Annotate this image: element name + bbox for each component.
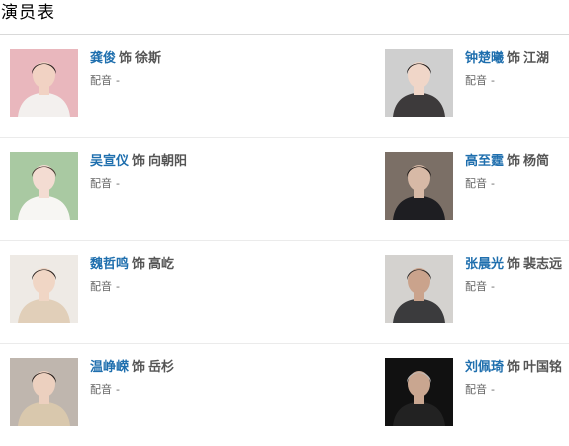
actor-photo[interactable]: [10, 152, 78, 220]
actor-photo[interactable]: [385, 152, 453, 220]
portrait-image: [385, 358, 453, 426]
cast-row: 魏哲鸣饰高屹 配音 - 张晨光饰裴志远 配音 -: [0, 241, 569, 344]
dub-value: -: [116, 74, 120, 87]
cast-item: 高至霆饰杨简 配音 -: [385, 152, 569, 220]
dub-value: -: [116, 383, 120, 396]
cast-row: 温峥嵘饰岳杉 配音 - 刘佩琦饰叶国铭 配音 -: [0, 344, 569, 446]
role-name: 向朝阳: [148, 154, 188, 169]
portrait-image: [10, 358, 78, 426]
actor-name-link[interactable]: 魏哲鸣: [90, 257, 129, 272]
role-name: 徐斯: [135, 51, 162, 66]
role-name: 叶国铭: [523, 360, 563, 375]
actor-photo[interactable]: [10, 49, 78, 117]
dub-value: -: [116, 177, 120, 190]
as-label: 饰: [507, 51, 521, 66]
as-label: 饰: [132, 154, 146, 169]
actor-photo[interactable]: [385, 255, 453, 323]
actor-name-link[interactable]: 刘佩琦: [465, 360, 504, 375]
actor-name-link[interactable]: 温峥嵘: [90, 360, 129, 375]
dub-value: -: [491, 280, 495, 293]
cast-row: 龚俊饰徐斯 配音 - 钟楚曦饰江湖 配音 -: [0, 35, 569, 138]
actor-name-link[interactable]: 吴宣仪: [90, 154, 129, 169]
dub-value: -: [116, 280, 120, 293]
portrait-image: [10, 152, 78, 220]
as-label: 饰: [132, 257, 146, 272]
dub-label: 配音: [465, 383, 487, 396]
actor-name-link[interactable]: 张晨光: [465, 257, 504, 272]
role-name: 杨简: [523, 154, 550, 169]
dub-label: 配音: [90, 74, 112, 87]
portrait-image: [10, 49, 78, 117]
role-name: 裴志远: [523, 257, 563, 272]
cast-item: 温峥嵘饰岳杉 配音 -: [10, 358, 270, 426]
dub-label: 配音: [90, 280, 112, 293]
dub-label: 配音: [465, 177, 487, 190]
dub-label: 配音: [465, 74, 487, 87]
cast-item: 吴宣仪饰向朝阳 配音 -: [10, 152, 270, 220]
portrait-image: [10, 255, 78, 323]
portrait-image: [385, 49, 453, 117]
as-label: 饰: [119, 51, 133, 66]
role-name: 江湖: [523, 51, 550, 66]
actor-photo[interactable]: [385, 49, 453, 117]
section-header: 演员表: [0, 0, 569, 35]
actor-photo[interactable]: [10, 255, 78, 323]
dub-label: 配音: [90, 383, 112, 396]
as-label: 饰: [132, 360, 146, 375]
as-label: 饰: [507, 154, 521, 169]
actor-photo[interactable]: [10, 358, 78, 426]
cast-item: 钟楚曦饰江湖 配音 -: [385, 49, 569, 117]
as-label: 饰: [507, 360, 521, 375]
dub-value: -: [491, 383, 495, 396]
dub-label: 配音: [465, 280, 487, 293]
actor-name-link[interactable]: 高至霆: [465, 154, 504, 169]
role-name: 岳杉: [148, 360, 175, 375]
role-name: 高屹: [148, 257, 175, 272]
actor-name-link[interactable]: 龚俊: [90, 51, 116, 66]
cast-item: 张晨光饰裴志远 配音 -: [385, 255, 569, 323]
portrait-image: [385, 152, 453, 220]
dub-value: -: [491, 74, 495, 87]
dub-value: -: [491, 177, 495, 190]
cast-item: 魏哲鸣饰高屹 配音 -: [10, 255, 270, 323]
actor-photo[interactable]: [385, 358, 453, 426]
cast-row: 吴宣仪饰向朝阳 配音 - 高至霆饰杨简 配音 -: [0, 138, 569, 241]
as-label: 饰: [507, 257, 521, 272]
actor-name-link[interactable]: 钟楚曦: [465, 51, 504, 66]
dub-label: 配音: [90, 177, 112, 190]
portrait-image: [385, 255, 453, 323]
section-title: 演员表: [1, 3, 55, 23]
cast-item: 刘佩琦饰叶国铭 配音 -: [385, 358, 569, 426]
cast-item: 龚俊饰徐斯 配音 -: [10, 49, 270, 117]
